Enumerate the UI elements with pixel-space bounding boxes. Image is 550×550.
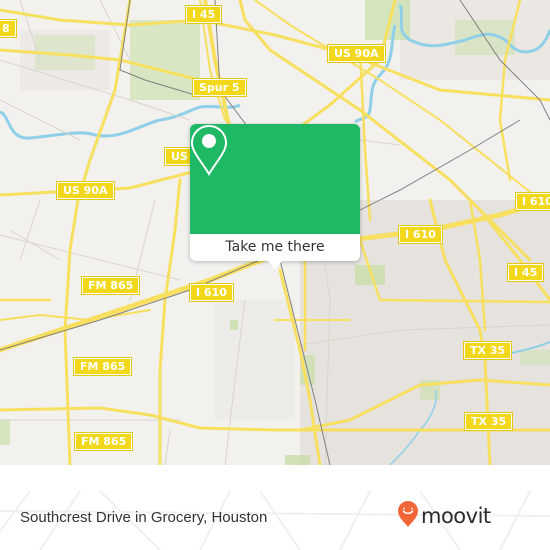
popup-pointer <box>267 260 283 269</box>
place-title: Southcrest Drive in Grocery, Houston <box>20 509 268 526</box>
road-shield: 8 <box>0 20 16 37</box>
road-shield: I 45 <box>186 6 222 23</box>
popup-header <box>190 124 360 234</box>
map-view[interactable]: I 45 US 90A Spur 5 US 9 US 90A 8 I 610 I… <box>0 0 550 465</box>
road-shield: US 90A <box>57 182 114 199</box>
moovit-logo-text: moovit <box>421 504 491 528</box>
moovit-pin-icon <box>398 501 418 527</box>
moovit-logo[interactable]: moovit <box>397 500 491 528</box>
road-shield: I 45 <box>508 264 544 281</box>
road-shield: FM 865 <box>75 433 133 450</box>
road-shield: I 610 <box>190 284 233 301</box>
road-shield: US 90A <box>328 45 385 62</box>
road-shield: TX 35 <box>464 342 512 359</box>
map-pin-icon <box>190 124 228 176</box>
road-shield: FM 865 <box>82 277 140 294</box>
road-shield: TX 35 <box>465 413 513 430</box>
road-shield: FM 865 <box>74 358 132 375</box>
road-shield: I 610 <box>516 193 550 210</box>
road-shield: I 610 <box>399 226 442 243</box>
road-shield: Spur 5 <box>193 79 246 96</box>
take-me-there-button[interactable]: Take me there <box>190 234 360 261</box>
location-popup: Take me there <box>190 124 360 269</box>
footer-bar: Southcrest Drive in Grocery, Houston moo… <box>0 491 550 550</box>
